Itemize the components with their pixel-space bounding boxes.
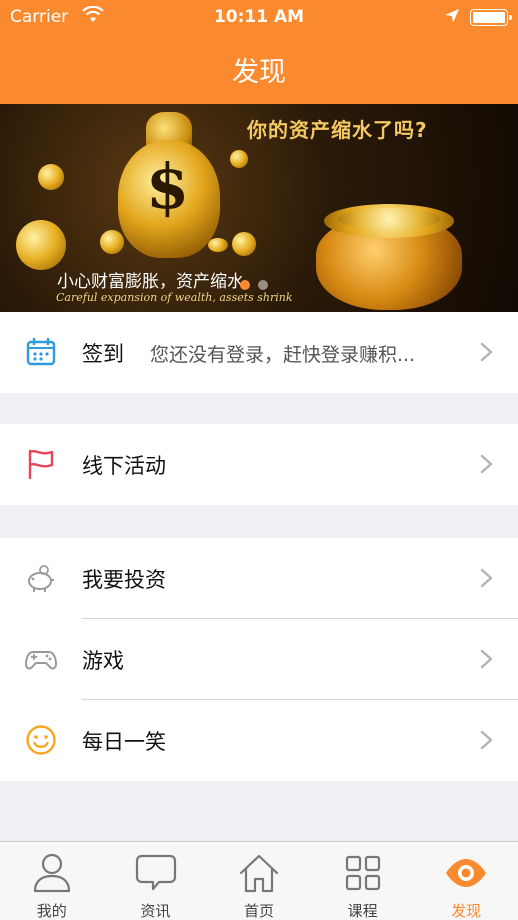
checkin-subtitle: 您还没有登录，赶快登录赚积...	[150, 344, 416, 366]
clock: 10:11 AM	[213, 7, 305, 27]
offline-section: 线下活动	[0, 424, 518, 505]
chat-bubble-icon	[135, 852, 177, 894]
daily-joke-row[interactable]: 每日一笑	[0, 700, 518, 781]
battery-icon	[470, 9, 512, 26]
flag-icon	[25, 448, 57, 480]
promo-banner[interactable]: $ 你的资产缩水了吗? 小心财富膨胀，资产缩水 Careful expansio…	[0, 104, 518, 312]
tab-label: 发现	[451, 902, 482, 920]
money-bag-image: $	[118, 112, 220, 262]
chevron-right-icon	[480, 649, 494, 669]
page-indicator[interactable]	[240, 280, 268, 290]
calendar-icon	[25, 336, 57, 368]
page-title: 发现	[232, 57, 286, 88]
daily-joke-label: 每日一笑	[82, 730, 166, 754]
invest-label: 我要投资	[82, 568, 166, 592]
invest-row[interactable]: 我要投资	[0, 538, 518, 619]
nav-bar: 发现	[0, 34, 518, 104]
chevron-right-icon	[480, 568, 494, 588]
chevron-right-icon	[480, 342, 494, 362]
eye-icon	[445, 852, 487, 894]
tab-label: 资讯	[140, 902, 171, 920]
gold-coin-image	[230, 150, 248, 168]
gold-coin-image	[16, 220, 66, 270]
gold-coin-image	[232, 232, 256, 256]
tab-discover[interactable]: 发现	[414, 842, 518, 920]
banner-caption: 小心财富膨胀，资产缩水	[57, 272, 244, 292]
person-icon	[31, 852, 73, 894]
smiley-icon	[25, 724, 57, 756]
piggy-bank-icon	[25, 562, 57, 594]
offline-events-label: 线下活动	[82, 454, 166, 478]
tab-label: 我的	[36, 902, 67, 920]
checkin-label: 签到	[82, 342, 124, 366]
grid-icon	[342, 852, 384, 894]
banner-caption-english: Careful expansion of wealth, assets shri…	[56, 291, 293, 304]
page-dot[interactable]	[240, 280, 250, 290]
chevron-right-icon	[480, 454, 494, 474]
tab-mine[interactable]: 我的	[0, 842, 104, 920]
chevron-right-icon	[480, 730, 494, 750]
tab-label: 首页	[243, 902, 274, 920]
location-arrow-icon	[444, 8, 460, 29]
gamepad-icon	[25, 643, 57, 675]
status-bar: Carrier 10:11 AM	[0, 0, 518, 34]
games-label: 游戏	[82, 649, 124, 673]
games-row[interactable]: 游戏	[0, 619, 518, 700]
page-dot[interactable]	[258, 280, 268, 290]
checkin-section: 签到 您还没有登录，赶快登录赚积...	[0, 312, 518, 393]
home-icon	[238, 852, 280, 894]
tab-home[interactable]: 首页	[207, 842, 311, 920]
offline-events-row[interactable]: 线下活动	[0, 424, 518, 505]
more-section: 我要投资 游戏 每日一笑	[0, 538, 518, 781]
gold-coin-image	[38, 164, 64, 190]
checkin-row[interactable]: 签到 您还没有登录，赶快登录赚积...	[0, 312, 518, 393]
gold-pot-image	[316, 204, 462, 310]
banner-headline: 你的资产缩水了吗?	[247, 118, 428, 142]
tab-label: 课程	[347, 902, 378, 920]
tab-bar: 我的 资讯 首页 课程 发现	[0, 841, 518, 920]
tab-courses[interactable]: 课程	[311, 842, 415, 920]
tab-news[interactable]: 资讯	[104, 842, 208, 920]
